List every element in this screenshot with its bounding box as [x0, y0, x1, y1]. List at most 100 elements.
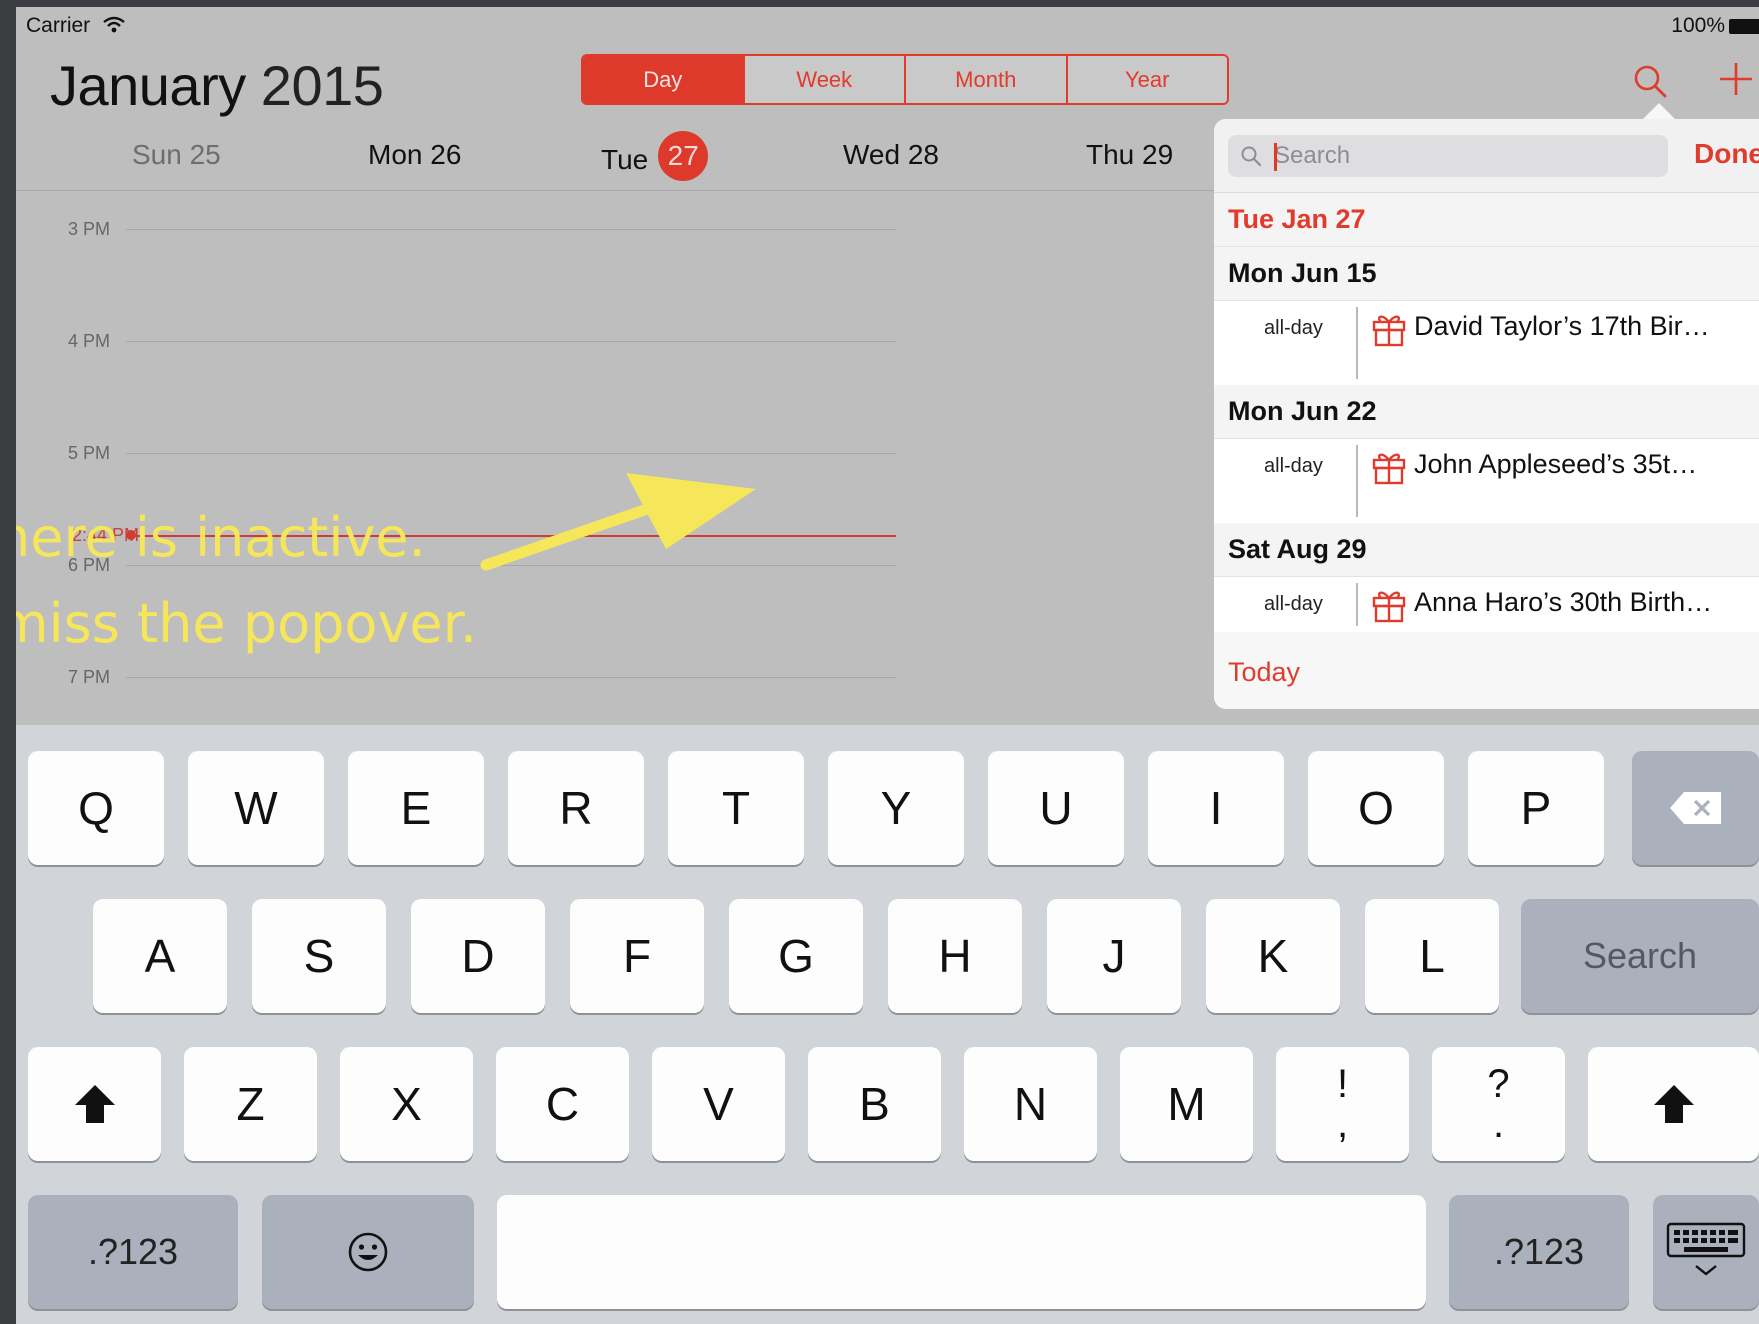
hour-row: 4 PM: [16, 331, 896, 351]
search-results-list: Tue Jan 27 Mon Jun 15 all-day David Tayl…: [1214, 193, 1759, 632]
key-v[interactable]: V: [652, 1047, 785, 1161]
page-title: January 2015: [50, 53, 384, 118]
delete-key[interactable]: [1632, 751, 1759, 865]
key-t[interactable]: T: [668, 751, 804, 865]
key-e[interactable]: E: [348, 751, 484, 865]
hour-row: 3 PM: [16, 219, 896, 239]
battery-percentage: 100%: [1671, 14, 1725, 37]
key-c[interactable]: C: [496, 1047, 629, 1161]
done-button[interactable]: Done: [1694, 138, 1759, 170]
annotation-line-2: miss the popover.: [16, 592, 478, 655]
shift-key-left[interactable]: [28, 1047, 161, 1161]
key-j[interactable]: J: [1047, 899, 1181, 1013]
search-input[interactable]: [1274, 141, 1654, 171]
segment-week[interactable]: Week: [742, 56, 904, 103]
event-row[interactable]: all-day John Appleseed’s 35t…: [1214, 439, 1759, 523]
key-o[interactable]: O: [1308, 751, 1444, 865]
key-k[interactable]: K: [1206, 899, 1340, 1013]
emoji-icon: [348, 1232, 388, 1272]
key-top-char: ?: [1487, 1062, 1510, 1106]
key-r[interactable]: R: [508, 751, 644, 865]
hour-label: 4 PM: [68, 331, 111, 351]
keyboard-dismiss-icon: [1666, 1222, 1746, 1276]
numbers-key-left[interactable]: .?123: [28, 1195, 238, 1309]
month-label: January: [50, 54, 246, 117]
screen: Carrier 100% January 2015 Day Week Month…: [16, 7, 1759, 1324]
segment-day[interactable]: Day: [583, 56, 743, 103]
carrier-label: Carrier: [26, 14, 91, 37]
view-mode-segmented-control: Day Week Month Year: [581, 54, 1229, 105]
day-tue-27[interactable]: Tue 27: [601, 131, 709, 181]
key-b[interactable]: B: [808, 1047, 941, 1161]
event-time: all-day: [1264, 317, 1323, 339]
calendar-app: Carrier 100% January 2015 Day Week Month…: [16, 7, 1759, 725]
event-divider: [1356, 445, 1358, 517]
key-bottom-char: .: [1492, 1102, 1505, 1146]
key-m[interactable]: M: [1120, 1047, 1253, 1161]
hour-gridline: [126, 341, 896, 342]
key-w[interactable]: W: [188, 751, 324, 865]
event-divider: [1356, 583, 1358, 626]
hour-label: 5 PM: [68, 443, 111, 463]
onscreen-keyboard: Q W E R T Y U I O P A S D F G H J K L Se…: [16, 725, 1759, 1324]
key-h[interactable]: H: [888, 899, 1022, 1013]
key-l[interactable]: L: [1365, 899, 1499, 1013]
key-s[interactable]: S: [252, 899, 386, 1013]
key-d[interactable]: D: [411, 899, 545, 1013]
segment-month[interactable]: Month: [904, 56, 1066, 103]
event-time: all-day: [1264, 455, 1323, 477]
numbers-key-right[interactable]: .?123: [1449, 1195, 1629, 1309]
event-title: Anna Haro’s 30th Birth…: [1414, 587, 1713, 617]
space-bar[interactable]: [497, 1195, 1426, 1309]
emoji-key[interactable]: [262, 1195, 474, 1309]
dismiss-keyboard-key[interactable]: [1653, 1195, 1759, 1309]
week-days-row: Sun 25 Mon 26 Tue 27 Wed 28 Thu 29: [16, 127, 1226, 191]
search-popover: Done Tue Jan 27 Mon Jun 15 all-day David…: [1214, 119, 1759, 709]
day-wed-28[interactable]: Wed 28: [843, 139, 939, 171]
gift-icon: [1372, 315, 1406, 347]
gift-icon: [1372, 453, 1406, 485]
key-f[interactable]: F: [570, 899, 704, 1013]
key-g[interactable]: G: [729, 899, 863, 1013]
wifi-icon: [103, 16, 125, 33]
key-i[interactable]: I: [1148, 751, 1284, 865]
key-z[interactable]: Z: [184, 1047, 317, 1161]
day-tue-label: Tue: [601, 144, 649, 175]
hour-label: 3 PM: [68, 219, 111, 239]
key-p[interactable]: P: [1468, 751, 1604, 865]
year-label: 2015: [260, 54, 384, 117]
event-row[interactable]: all-day Anna Haro’s 30th Birth…: [1214, 577, 1759, 632]
add-icon[interactable]: [1716, 59, 1756, 99]
hour-gridline: [126, 677, 896, 678]
key-x[interactable]: X: [340, 1047, 473, 1161]
shift-key-right[interactable]: [1588, 1047, 1759, 1161]
shift-icon: [74, 1085, 115, 1123]
key-u[interactable]: U: [988, 751, 1124, 865]
section-header[interactable]: Tue Jan 27: [1214, 193, 1759, 247]
battery-icon: [1729, 19, 1759, 34]
key-question-period[interactable]: ? .: [1432, 1047, 1565, 1161]
hour-row: 7 PM: [16, 667, 896, 687]
key-n[interactable]: N: [964, 1047, 1097, 1161]
key-y[interactable]: Y: [828, 751, 964, 865]
day-mon-26[interactable]: Mon 26: [368, 139, 461, 171]
key-a[interactable]: A: [93, 899, 227, 1013]
search-bar: Done: [1214, 119, 1759, 193]
event-row[interactable]: all-day David Taylor’s 17th Bir…: [1214, 301, 1759, 385]
search-icon[interactable]: [1630, 61, 1670, 101]
day-sun-25[interactable]: Sun 25: [132, 139, 221, 171]
text-cursor: [1274, 143, 1277, 171]
segment-year[interactable]: Year: [1065, 56, 1227, 103]
today-button[interactable]: Today: [1228, 657, 1300, 688]
day-thu-29[interactable]: Thu 29: [1086, 139, 1173, 171]
shift-icon: [1653, 1085, 1694, 1123]
event-time: all-day: [1264, 593, 1323, 615]
today-badge: 27: [658, 131, 709, 181]
key-top-char: !: [1336, 1062, 1349, 1106]
search-field[interactable]: [1228, 135, 1668, 177]
search-key[interactable]: Search: [1521, 899, 1759, 1013]
key-q[interactable]: Q: [28, 751, 164, 865]
hour-gridline: [126, 453, 896, 454]
key-exclamation-comma[interactable]: ! ,: [1276, 1047, 1409, 1161]
hour-gridline: [126, 229, 896, 230]
